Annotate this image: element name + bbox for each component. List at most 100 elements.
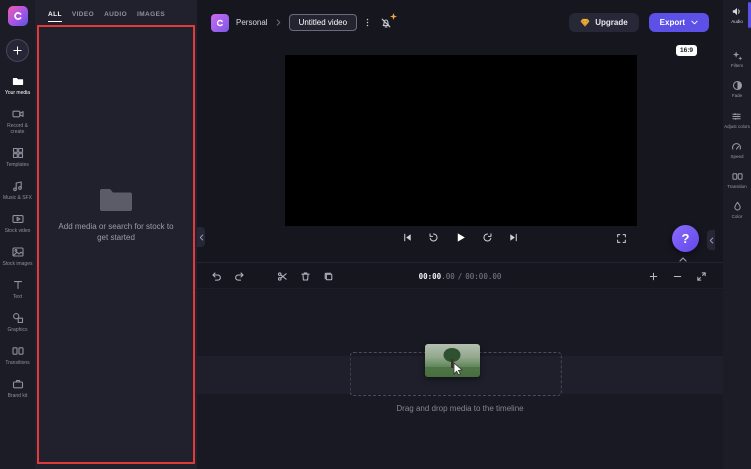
workspace-logo-icon[interactable] (211, 13, 229, 32)
rail-label: Color (731, 214, 743, 220)
media-empty-message: Add media or search for stock to get sta… (58, 222, 174, 242)
media-panel: ALL VIDEO AUDIO IMAGES Add media or sear… (35, 0, 197, 469)
play-button[interactable] (454, 231, 467, 244)
music-note-icon (12, 180, 24, 192)
zoom-fit-icon[interactable] (696, 271, 707, 282)
chevron-down-icon (691, 19, 698, 26)
zoom-out-icon[interactable] (672, 271, 683, 282)
transitions-icon (11, 345, 24, 357)
rail-item-color[interactable]: Color (732, 201, 743, 219)
sidebar-item-music-sfx[interactable]: Music & SFX (0, 180, 35, 201)
tab-all[interactable]: ALL (48, 11, 62, 22)
timeline-area: Drag and drop media to the timeline (197, 290, 723, 469)
text-icon (12, 279, 24, 291)
speaker-icon (731, 6, 742, 17)
mouse-cursor-icon (453, 362, 464, 375)
color-icon (732, 201, 743, 212)
plus-icon (12, 45, 23, 56)
delete-icon[interactable] (300, 271, 311, 282)
collapse-media-panel-button[interactable] (197, 227, 205, 247)
speed-icon (731, 141, 742, 152)
sidebar-item-graphics[interactable]: Graphics (0, 312, 35, 333)
aspect-ratio-badge[interactable]: 16:9 (675, 45, 697, 56)
fade-icon (732, 80, 743, 91)
collapse-properties-button[interactable] (707, 230, 715, 250)
rail-label: Transition (727, 183, 747, 189)
sparkle-icon (390, 12, 398, 20)
workspace-name[interactable]: Personal (236, 18, 268, 27)
folder-icon (12, 75, 24, 87)
undo-icon[interactable] (211, 271, 222, 282)
project-title-input[interactable]: Untitled video (288, 14, 358, 31)
rail-label: Fade (731, 93, 743, 99)
rail-item-transition[interactable]: Transition (727, 171, 747, 189)
rail-item-fade[interactable]: Fade (732, 80, 743, 98)
rail-item-speed[interactable]: Speed (730, 141, 744, 159)
tab-video[interactable]: VIDEO (72, 11, 94, 22)
video-preview (285, 55, 637, 226)
sidebar-item-brand-kit[interactable]: Brand kit (0, 378, 35, 399)
media-tabs: ALL VIDEO AUDIO IMAGES (35, 0, 197, 27)
sidebar-item-record-create[interactable]: Record & create (0, 108, 35, 135)
export-label: Export (659, 18, 685, 27)
sidebar-label: Templates (6, 162, 29, 168)
sidebar-label: Record & create (7, 123, 28, 135)
upgrade-label: Upgrade (595, 18, 628, 27)
timecode: 00:00.00/00:00.00 (419, 263, 502, 290)
rail-label: Filters (730, 63, 744, 69)
timecode-separator: / (457, 272, 463, 281)
zoom-in-icon[interactable] (648, 271, 659, 282)
total-time: 00:00 (465, 272, 488, 281)
left-rail-nav: Your media Record & create Templates Mus… (0, 75, 35, 399)
rail-item-adjust-colors[interactable]: Adjust colors (724, 111, 750, 129)
help-button[interactable]: ? (672, 225, 699, 252)
upgrade-button[interactable]: Upgrade (569, 13, 639, 32)
rail-item-filters[interactable]: Filters (731, 50, 743, 68)
split-icon[interactable] (277, 271, 288, 282)
notifications-off-icon[interactable] (380, 12, 398, 29)
rail-item-audio[interactable]: Audio (731, 6, 743, 24)
sidebar-label: Stock images (2, 261, 33, 267)
shapes-icon (12, 312, 24, 324)
chevron-right-icon (275, 19, 282, 26)
duplicate-icon[interactable] (323, 271, 334, 282)
sidebar-item-templates[interactable]: Templates (0, 147, 35, 168)
jump-back-button[interactable] (428, 232, 439, 243)
rail-label: Speed (730, 153, 744, 159)
tab-audio[interactable]: AUDIO (104, 11, 127, 22)
clipchamp-logo[interactable] (7, 6, 28, 26)
fullscreen-icon[interactable] (616, 233, 627, 244)
adjust-colors-icon (731, 111, 742, 122)
tab-images[interactable]: IMAGES (137, 11, 165, 22)
current-time: 00:00 (418, 272, 442, 281)
jump-forward-button[interactable] (482, 232, 493, 243)
topbar: Personal Untitled video Upgrade Export (197, 0, 723, 45)
kebab-menu-icon[interactable] (364, 17, 371, 28)
current-time-ms: .00 (441, 272, 455, 281)
left-rail: Your media Record & create Templates Mus… (0, 0, 35, 469)
briefcase-icon (12, 378, 24, 390)
timeline-toolbar: 00:00.00/00:00.00 (197, 262, 723, 289)
playback-controls (197, 231, 723, 244)
timeline-hint: Drag and drop media to the timeline (396, 404, 524, 413)
sidebar-item-your-media[interactable]: Your media (0, 75, 35, 96)
filters-icon (732, 50, 743, 61)
sidebar-label: Music & SFX (3, 195, 32, 201)
camera-icon (11, 108, 24, 120)
sidebar-label: Stock video (4, 228, 31, 234)
add-media-button[interactable] (6, 39, 29, 62)
properties-rail: Audio Filters Fade Adjust colors Speed T… (723, 0, 751, 469)
redo-icon[interactable] (234, 271, 245, 282)
sidebar-item-stock-video[interactable]: Stock video (0, 213, 35, 234)
total-time-ms: .00 (487, 272, 502, 281)
sidebar-label: Transitions (5, 360, 30, 366)
skip-start-button[interactable] (402, 232, 413, 243)
diamond-icon (580, 18, 590, 27)
sidebar-item-stock-images[interactable]: Stock images (0, 246, 35, 267)
export-button[interactable]: Export (648, 13, 709, 32)
skip-end-button[interactable] (508, 232, 519, 243)
sidebar-item-transitions[interactable]: Transitions (0, 345, 35, 366)
sidebar-item-text[interactable]: Text (0, 279, 35, 300)
main-area: Personal Untitled video Upgrade Export 1… (197, 0, 723, 469)
sidebar-label: Brand kit (7, 393, 28, 399)
